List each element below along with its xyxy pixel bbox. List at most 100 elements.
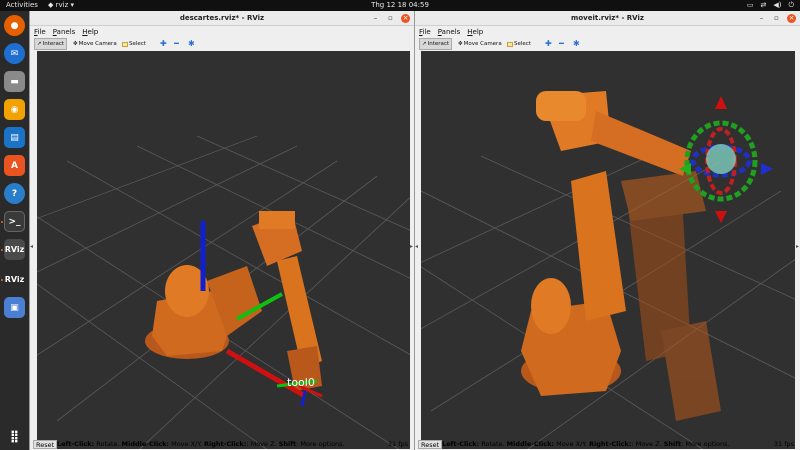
show-apps-icon[interactable]: ⣿ (4, 425, 25, 446)
right-panel-toggle[interactable]: ▸ (796, 243, 800, 250)
remove-icon: ━ (174, 39, 179, 48)
tool-properties-button[interactable]: ✱ (571, 38, 582, 50)
remove-icon: ━ (559, 39, 564, 48)
select-label: Select (514, 41, 531, 47)
volume-icon: ◀) (773, 1, 782, 9)
minimize-icon[interactable]: – (757, 14, 766, 23)
middle-click-desc: Move X/Y. (169, 440, 205, 448)
move-camera-tool-button[interactable]: ✥ Move Camera (456, 38, 504, 50)
3d-viewport[interactable] (421, 51, 795, 449)
clock[interactable]: Thg 12 18 04:59 (0, 0, 800, 11)
select-tool-button[interactable]: Select (120, 38, 148, 50)
rhythmbox-icon[interactable]: ◉ (4, 99, 25, 120)
interact-tool-button[interactable]: ➚ Interact (419, 38, 453, 50)
right-click-key: Right-Click: (589, 440, 632, 448)
remove-tool-button[interactable]: ━ (557, 38, 566, 50)
add-tool-button[interactable]: ✚ (158, 38, 169, 50)
cursor-icon: ➚ (37, 41, 42, 47)
menu-bar: File Panels Help (415, 27, 800, 37)
rviz-icon-label: RViz (4, 275, 25, 284)
menu-help[interactable]: Help (82, 27, 98, 37)
camera-move-icon: ✥ (458, 41, 463, 47)
interact-label: Interact (427, 41, 450, 47)
close-icon[interactable]: × (787, 14, 796, 23)
remove-tool-button[interactable]: ━ (172, 38, 181, 50)
close-icon[interactable]: × (401, 14, 410, 23)
add-tool-button[interactable]: ✚ (543, 38, 554, 50)
status-hint: Left-Click: Rotate. Middle-Click: Move X… (57, 439, 345, 450)
select-label: Select (129, 41, 146, 47)
window-title: moveit.rviz* - RViz (571, 14, 644, 22)
right-click-desc: : Move Z. (631, 440, 664, 448)
status-bar: Reset Left-Click: Rotate. Middle-Click: … (415, 439, 800, 450)
status-hint: Left-Click: Rotate. Middle-Click: Move X… (442, 439, 730, 450)
middle-click-key: Middle-Click: (506, 440, 555, 448)
shift-key: Shift (663, 440, 682, 448)
goal-state-ghost (621, 171, 721, 421)
terminal-icon[interactable]: >_ (4, 211, 25, 232)
firefox-icon[interactable]: ● (4, 15, 25, 36)
properties-icon: ✱ (573, 39, 580, 48)
running-indicator (1, 249, 3, 251)
left-panel-toggle[interactable]: ◂ (30, 243, 34, 250)
maximize-icon[interactable]: ▫ (772, 14, 781, 23)
interact-label: Interact (42, 41, 65, 47)
reset-button[interactable]: Reset (418, 440, 443, 449)
thunderbird-icon[interactable]: ✉ (4, 43, 25, 64)
menu-help[interactable]: Help (467, 27, 483, 37)
menu-file[interactable]: File (419, 27, 431, 37)
rviz-icon[interactable]: RViz (4, 269, 25, 290)
3d-viewport[interactable]: tool0 (37, 51, 410, 449)
shift-desc: : More options. (681, 440, 730, 448)
toolbar: ➚ Interact ✥ Move Camera Select ✚ ━ ✱ (30, 37, 414, 51)
system-tray[interactable]: ▭ ⇄ ◀) ⏻ (747, 0, 794, 11)
rviz-icon[interactable]: RViz (4, 239, 25, 260)
add-icon: ✚ (545, 39, 552, 48)
fps-counter: 31 fps (773, 440, 794, 448)
rviz-window-descartes: descartes.rviz* - RViz – ▫ × File Panels… (29, 11, 414, 450)
move-camera-label: Move Camera (78, 41, 117, 47)
select-icon (122, 41, 128, 47)
middle-click-desc: Move X/Y. (554, 440, 590, 448)
status-bar: Reset Left-Click: Rotate. Middle-Click: … (30, 439, 414, 450)
rviz-icon-label: RViz (4, 245, 25, 254)
select-icon (507, 41, 513, 47)
toolbar: ➚ Interact ✥ Move Camera Select ✚ ━ ✱ (415, 37, 800, 51)
cursor-icon: ➚ (422, 41, 427, 47)
interact-tool-button[interactable]: ➚ Interact (34, 38, 68, 50)
camera-icon: ▭ (746, 1, 754, 9)
menu-panels[interactable]: Panels (53, 27, 76, 37)
fps-counter: 31 fps (387, 440, 408, 448)
files-icon[interactable]: ▬ (4, 71, 25, 92)
frame-label: tool0 (287, 376, 315, 389)
descartes-scene: tool0 (37, 135, 410, 449)
app-store-icon[interactable]: A (4, 155, 25, 176)
window-titlebar[interactable]: descartes.rviz* - RViz – ▫ × (30, 11, 414, 26)
screenshot-icon[interactable]: ▣ (4, 297, 25, 318)
power-icon: ⏻ (788, 1, 794, 9)
running-indicator (1, 279, 3, 281)
menu-file[interactable]: File (34, 27, 46, 37)
writer-icon[interactable]: ▤ (4, 127, 25, 148)
left-panel-toggle[interactable]: ◂ (415, 243, 419, 250)
maximize-icon[interactable]: ▫ (386, 14, 395, 23)
window-titlebar[interactable]: moveit.rviz* - RViz – ▫ × (415, 11, 800, 26)
robot-arm (145, 211, 322, 391)
dock: ● ✉ ▬ ◉ ▤ A ? >_ RViz RViz ▣ ⣿ (0, 11, 29, 450)
left-click-key: Left-Click: (57, 440, 95, 448)
network-icon: ⇄ (760, 1, 767, 9)
help-icon[interactable]: ? (4, 183, 25, 204)
moveit-scene (421, 91, 795, 449)
menu-panels[interactable]: Panels (438, 27, 461, 37)
right-click-key: Right-Click: (204, 440, 247, 448)
top-bar: Activities ◆ rviz ▾ Thg 12 18 04:59 ▭ ⇄ … (0, 0, 800, 11)
rviz-window-moveit: moveit.rviz* - RViz – ▫ × File Panels He… (414, 11, 800, 450)
move-camera-tool-button[interactable]: ✥ Move Camera (71, 38, 119, 50)
select-tool-button[interactable]: Select (505, 38, 533, 50)
left-click-desc: Rotate. (479, 440, 507, 448)
running-indicator (1, 221, 3, 223)
reset-button[interactable]: Reset (33, 440, 58, 449)
shift-key: Shift (278, 440, 297, 448)
minimize-icon[interactable]: – (371, 14, 380, 23)
tool-properties-button[interactable]: ✱ (186, 38, 197, 50)
